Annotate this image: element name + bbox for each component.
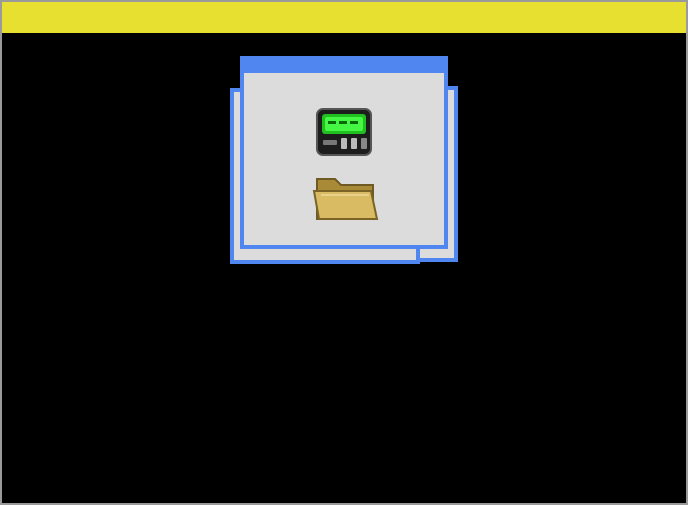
screen	[0, 0, 688, 505]
pager-device-icon[interactable]	[314, 106, 374, 158]
folder-icon[interactable]	[310, 168, 380, 224]
top-bar	[2, 2, 686, 33]
